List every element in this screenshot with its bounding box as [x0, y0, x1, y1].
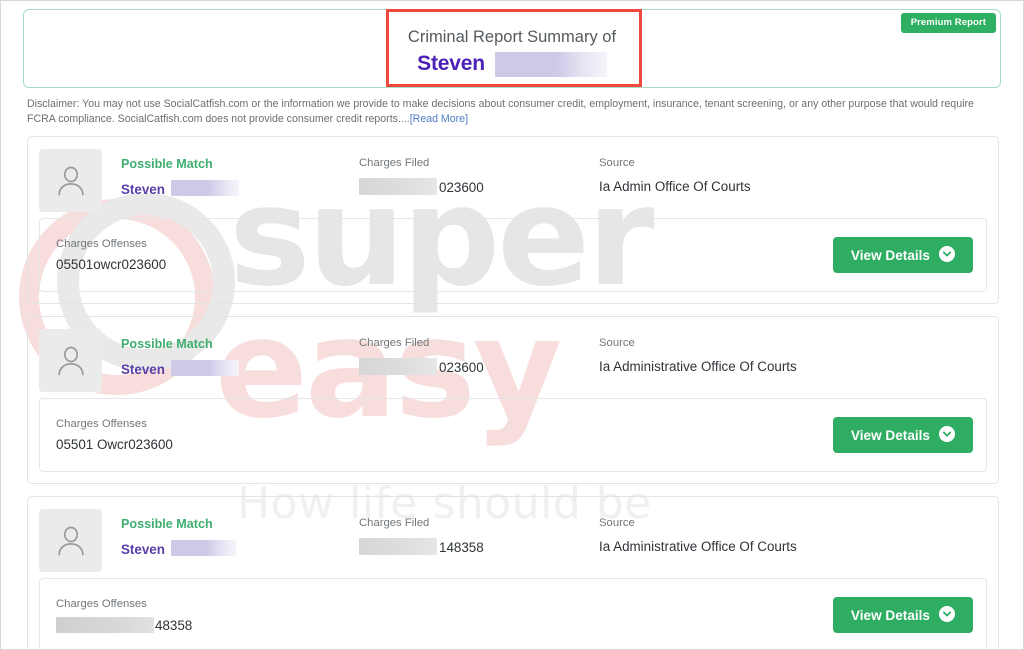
source-label: Source [599, 157, 635, 170]
redacted-charges-prefix [359, 177, 437, 195]
criminal-report-page: super easy How life should be Premium Re… [0, 0, 1024, 650]
result-name-column: Possible Match Steven [121, 329, 359, 378]
view-details-label: View Details [850, 247, 930, 263]
charges-offenses-value: 05501 Owcr023600 [56, 437, 173, 452]
person-icon [56, 165, 86, 196]
charges-offenses-panel: Charges Offenses 48358 View Details [39, 578, 987, 649]
result-source-column: Source Ia Administrative Office Of Courts [599, 509, 987, 556]
source-value: Ia Administrative Office Of Courts [599, 358, 797, 374]
redacted-charges-prefix [359, 537, 437, 555]
charges-offenses-block: Charges Offenses 05501 Owcr023600 [56, 418, 173, 452]
redacted-lastname [170, 359, 239, 376]
person-icon [56, 345, 86, 376]
charges-offenses-block: Charges Offenses 05501owcr023600 [56, 238, 166, 272]
view-details-button[interactable]: View Details [832, 237, 973, 274]
result-card: Possible Match Steven Charges Filed 023600 S… [27, 136, 999, 305]
status-badge: Possible Match [121, 157, 213, 172]
redacted-lastname-block [494, 51, 607, 77]
report-subtitle: Criminal Report Summary of [407, 28, 617, 46]
result-summary-row: Possible Match Steven Charges Filed 148358 S… [39, 507, 987, 578]
result-name-text: Steven [121, 361, 165, 377]
charges-filed-label: Charges Filed [359, 517, 430, 530]
chevron-down-circle-icon [939, 425, 955, 445]
view-details-label: View Details [850, 607, 930, 623]
charges-offenses-text: 05501owcr023600 [56, 257, 167, 273]
result-name-column: Possible Match Steven [121, 149, 359, 198]
charges-offenses-text: 48358 [155, 617, 193, 633]
charges-offenses-text: 05501 Owcr023600 [56, 437, 173, 453]
page-title: Steven [417, 52, 485, 76]
redacted-lastname [170, 539, 236, 556]
charges-offenses-value: 48358 [56, 616, 193, 633]
result-name-text: Steven [121, 541, 165, 557]
chevron-down-circle-icon [939, 605, 955, 625]
disclaimer-text: Disclaimer: You may not use SocialCatfis… [27, 97, 999, 126]
status-badge: Possible Match [121, 337, 213, 352]
avatar [39, 149, 102, 213]
charges-filed-number: 148358 [439, 539, 484, 555]
charges-filed-label: Charges Filed [359, 337, 430, 350]
result-name: Steven [121, 539, 359, 559]
source-value: Ia Administrative Office Of Courts [599, 538, 797, 554]
avatar [39, 329, 102, 393]
result-name-text: Steven [121, 181, 165, 197]
person-icon [56, 525, 86, 556]
charges-filed-value: 023600 [359, 357, 599, 377]
view-details-label: View Details [850, 427, 930, 443]
result-charges-filed-column: Charges Filed 148358 [359, 509, 599, 557]
disclaimer-body: Disclaimer: You may not use SocialCatfis… [27, 98, 974, 125]
result-source-column: Source Ia Admin Office Of Courts [599, 149, 987, 196]
report-title-block: Criminal Report Summary of Steven [24, 27, 1000, 77]
result-card: Possible Match Steven Charges Filed 148358 S… [27, 496, 999, 649]
charges-offenses-value: 05501owcr023600 [56, 257, 166, 272]
result-card: Possible Match Steven Charges Filed 023600 S… [27, 316, 999, 485]
avatar [39, 509, 102, 573]
source-label: Source [599, 337, 635, 350]
source-label: Source [599, 517, 635, 530]
charges-offenses-label: Charges Offenses [56, 418, 147, 431]
result-source-column: Source Ia Administrative Office Of Courts [599, 329, 987, 376]
result-name-column: Possible Match Steven [121, 509, 359, 558]
charges-filed-number: 023600 [439, 179, 484, 195]
redacted-charges-prefix [359, 357, 437, 375]
result-charges-filed-column: Charges Filed 023600 [359, 149, 599, 197]
result-name: Steven [121, 359, 359, 379]
charges-offenses-label: Charges Offenses [56, 597, 147, 610]
result-charges-filed-column: Charges Filed 023600 [359, 329, 599, 377]
charges-filed-value: 148358 [359, 537, 599, 557]
charges-filed-label: Charges Filed [359, 157, 430, 170]
result-summary-row: Possible Match Steven Charges Filed 023600 S… [39, 327, 987, 398]
result-name: Steven [121, 179, 359, 199]
charges-filed-value: 023600 [359, 177, 599, 197]
page-content: Premium Report Criminal Report Summary o… [1, 9, 1023, 649]
charges-offenses-panel: Charges Offenses 05501owcr023600 View Deta… [39, 218, 987, 293]
charges-offenses-panel: Charges Offenses 05501 Owcr023600 View Det… [39, 398, 987, 473]
chevron-down-circle-icon [939, 245, 955, 265]
result-summary-row: Possible Match Steven Charges Filed 023600 S… [39, 147, 987, 218]
report-subject-name-row: Steven [417, 51, 607, 77]
view-details-button[interactable]: View Details [832, 417, 973, 454]
charges-filed-number: 023600 [439, 359, 484, 375]
charges-offenses-block: Charges Offenses 48358 [56, 598, 192, 633]
redacted-lastname [170, 179, 239, 196]
redacted-offense-prefix [56, 616, 154, 633]
read-more-link[interactable]: [Read More] [410, 113, 468, 125]
status-badge: Possible Match [121, 517, 213, 532]
view-details-button[interactable]: View Details [832, 597, 973, 634]
source-value: Ia Admin Office Of Courts [599, 178, 751, 194]
report-header-card: Premium Report Criminal Report Summary o… [23, 9, 1001, 88]
results-list: Possible Match Steven Charges Filed 023600 S… [27, 136, 999, 649]
charges-offenses-label: Charges Offenses [56, 238, 147, 251]
